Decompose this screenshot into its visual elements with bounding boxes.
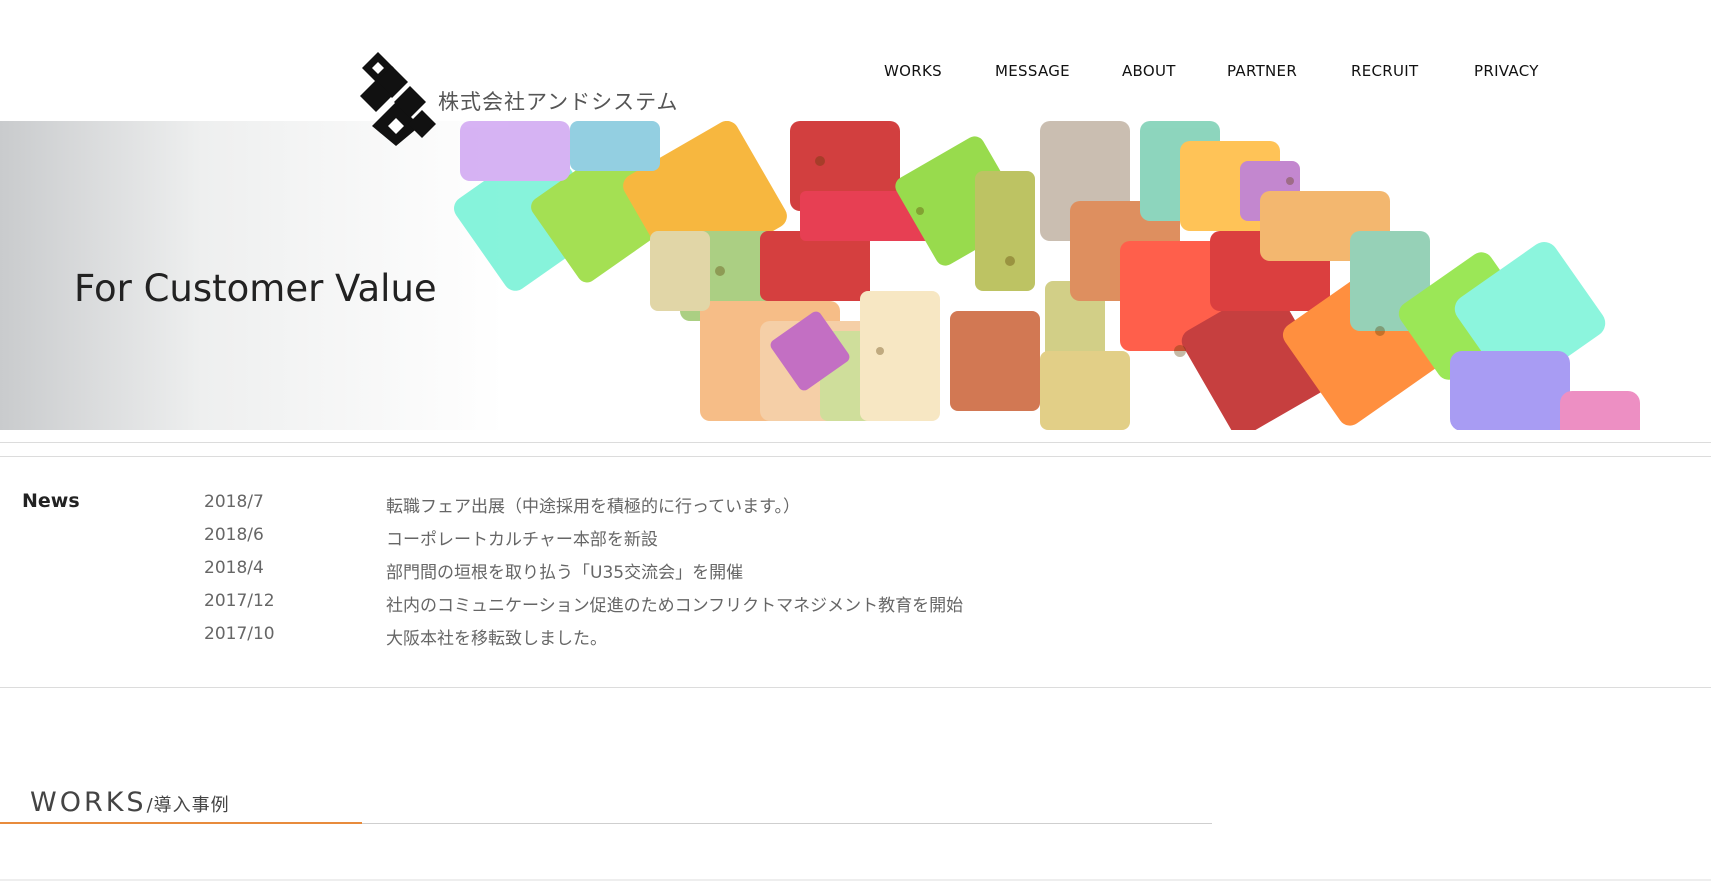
- news-text: 大阪本社を移転致しました。: [386, 629, 607, 649]
- divider: [0, 456, 1711, 457]
- news-text: 転職フェア出展（中途採用を積極的に行っています。）: [386, 497, 800, 517]
- nav-privacy[interactable]: PRIVACY: [1474, 62, 1539, 80]
- news-item[interactable]: 2017/12 社内のコミュニケーション促進のためコンフリクトマネジメント教育を…: [0, 591, 1200, 621]
- news-item[interactable]: 2018/6 コーポレートカルチャー本部を新設: [0, 525, 1200, 555]
- ampersand-logo-icon: [360, 52, 436, 146]
- news-item[interactable]: 2018/7 転職フェア出展（中途採用を積極的に行っています。）: [0, 492, 1200, 522]
- hero-banner: For Customer Value: [0, 121, 1682, 430]
- news-item[interactable]: 2018/4 部門間の垣根を取り払う「U35交流会」を開催: [0, 558, 1200, 588]
- news-item[interactable]: 2017/10 大阪本社を移転致しました。: [0, 624, 1200, 654]
- news-date: 2017/10: [204, 624, 275, 644]
- news-date: 2017/12: [204, 591, 275, 611]
- works-section-heading: WORKS/導入事例: [30, 787, 230, 818]
- news-date: 2018/6: [204, 525, 264, 545]
- hero-tagline: For Customer Value: [74, 267, 437, 310]
- nav-recruit[interactable]: RECRUIT: [1351, 62, 1418, 80]
- divider: [0, 687, 1711, 688]
- news-text: 社内のコミュニケーション促進のためコンフリクトマネジメント教育を開始: [386, 596, 964, 616]
- nav-partner[interactable]: PARTNER: [1227, 62, 1297, 80]
- company-name: 株式会社アンドシステム: [438, 90, 679, 114]
- news-text: コーポレートカルチャー本部を新設: [386, 530, 658, 550]
- news-text: 部門間の垣根を取り払う「U35交流会」を開催: [386, 563, 744, 583]
- site-header: 株式会社アンドシステム WORKS MESSAGE ABOUT PARTNER …: [0, 0, 1711, 146]
- divider: [0, 442, 1711, 443]
- nav-about[interactable]: ABOUT: [1122, 62, 1176, 80]
- divider: [0, 879, 1711, 881]
- nav-works[interactable]: WORKS: [884, 62, 942, 80]
- works-heading-en: WORKS: [30, 787, 147, 818]
- works-heading-jp: /導入事例: [146, 795, 230, 816]
- works-underline-accent: [0, 822, 362, 824]
- company-logo[interactable]: 株式会社アンドシステム: [356, 50, 679, 146]
- news-date: 2018/4: [204, 558, 264, 578]
- nav-message[interactable]: MESSAGE: [995, 62, 1070, 80]
- news-date: 2018/7: [204, 492, 264, 512]
